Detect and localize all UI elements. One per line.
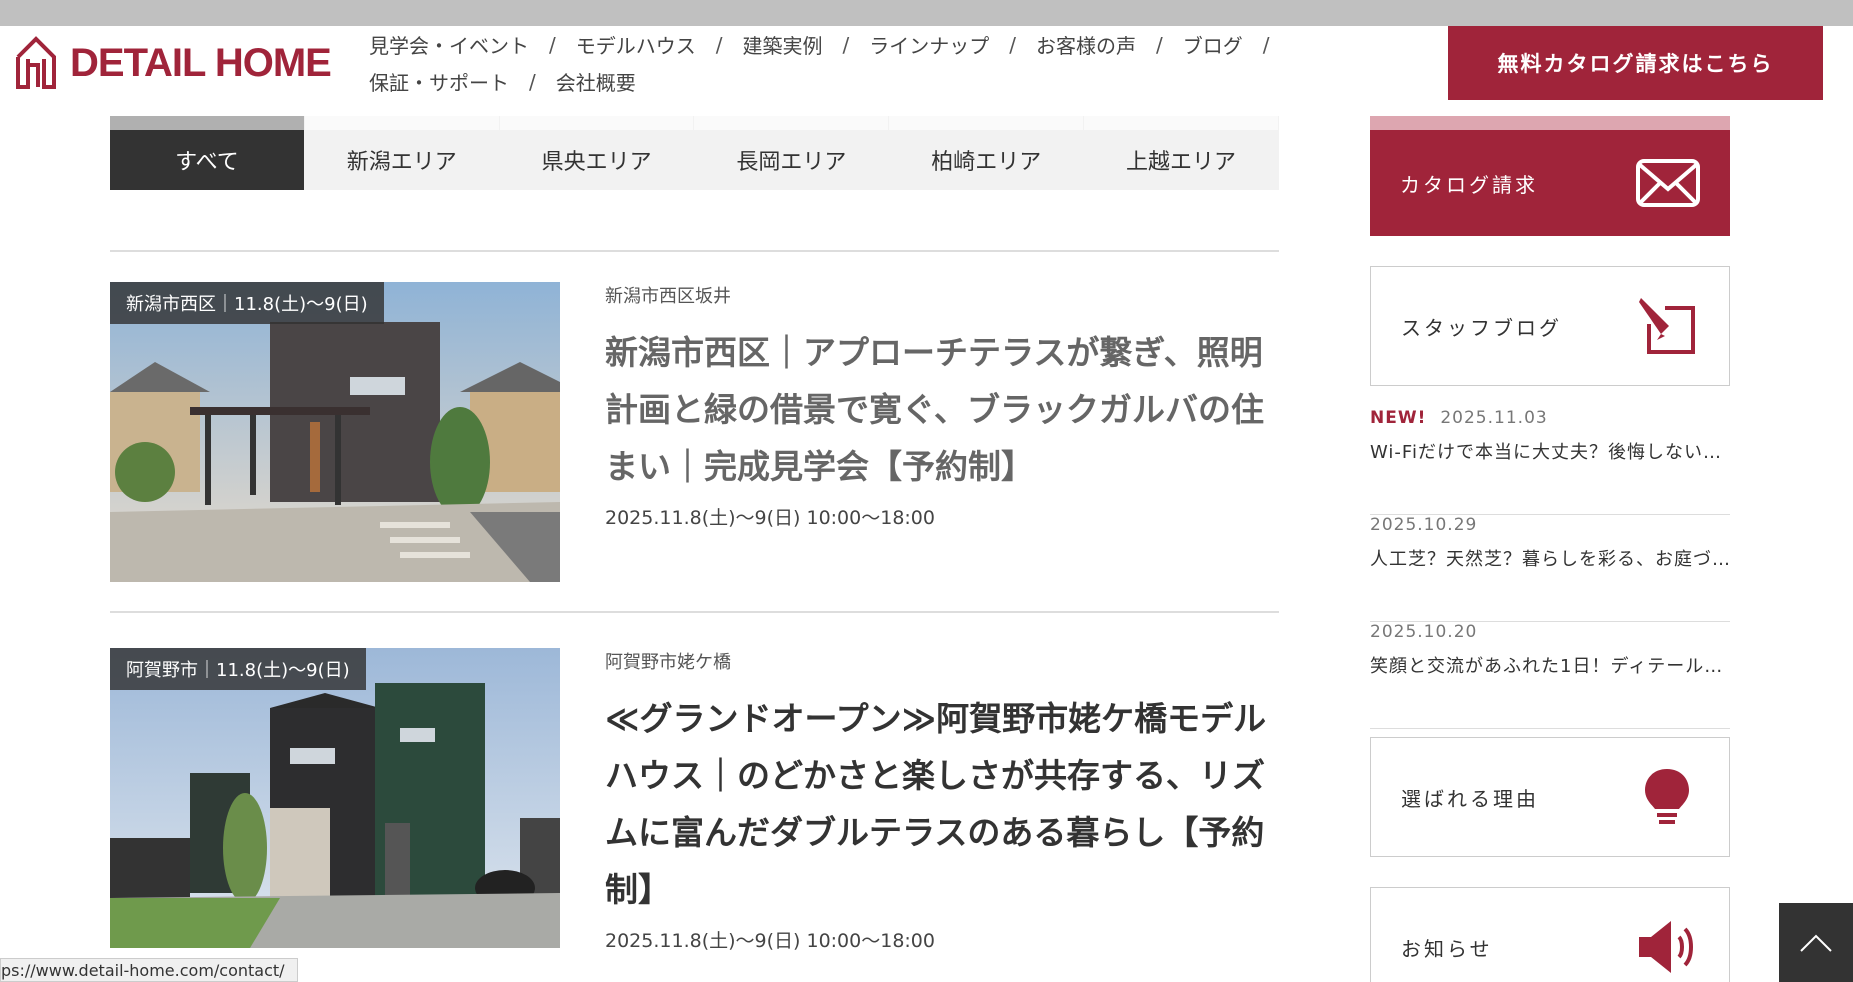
site-logo[interactable]: DETAIL HOME bbox=[14, 34, 332, 92]
blog-post-meta: 2025.10.20 bbox=[1370, 622, 1730, 642]
tab-area-1[interactable]: 新潟エリア bbox=[304, 116, 499, 190]
blog-post-item[interactable]: 2025.10.20 笑顔と交流があふれた1日！ディテールホーム bbox=[1370, 622, 1730, 729]
divider bbox=[110, 611, 1279, 613]
global-nav: 見学会・イベント / モデルハウス / 建築実例 / ラインナップ / お客様の声 / ブログ / 保… bbox=[369, 26, 1289, 100]
catalog-request-label: カタログ請求 bbox=[1400, 172, 1538, 197]
nav-item-row1-3[interactable]: ラインナップ bbox=[869, 30, 989, 59]
logo-text: DETAIL HOME bbox=[70, 40, 332, 85]
nav-item-row1-4[interactable]: お客様の声 bbox=[1036, 30, 1136, 59]
nav-separator: / bbox=[842, 32, 850, 57]
event-title[interactable]: ≪グランドオープン≫阿賀野市姥ケ橋モデルハウス｜のどかさと楽しさが共存する、リズ… bbox=[605, 690, 1285, 918]
nav-item-row2-1[interactable]: 会社概要 bbox=[556, 67, 636, 96]
pen-icon bbox=[1639, 298, 1695, 354]
global-nav-row-1: 見学会・イベント / モデルハウス / 建築実例 / ラインナップ / お客様の声 / ブログ / bbox=[369, 26, 1289, 63]
blog-post-date: 2025.10.29 bbox=[1370, 515, 1478, 535]
event-title[interactable]: 新潟市西区｜アプローチテラスが繋ぎ、照明計画と緑の借景で寛ぐ、ブラックガルバの住… bbox=[605, 324, 1285, 495]
nav-separator: / bbox=[529, 69, 536, 94]
tab-area-2[interactable]: 県央エリア bbox=[499, 116, 694, 190]
new-badge: NEW! bbox=[1370, 408, 1427, 428]
blog-post-title: 笑顔と交流があふれた1日！ディテールホーム bbox=[1370, 656, 1730, 677]
blog-post-title: Wi-Fiだけで本当に大丈夫？後悔しない家づくり bbox=[1370, 442, 1730, 463]
event-photo[interactable]: 新潟市西区｜11.8(土)〜9(日) bbox=[110, 282, 560, 582]
envelope-icon bbox=[1636, 159, 1700, 207]
divider bbox=[110, 250, 1279, 252]
blog-post-date: 2025.10.20 bbox=[1370, 622, 1478, 642]
blog-post-meta: 2025.10.29 bbox=[1370, 515, 1730, 535]
browser-status-url: ps://www.detail-home.com/contact/ bbox=[0, 958, 298, 982]
nav-separator: / bbox=[549, 32, 556, 57]
nav-separator: / bbox=[1262, 32, 1270, 57]
event-badge: 新潟市西区｜11.8(土)〜9(日) bbox=[110, 282, 384, 324]
event-area: 阿賀野市姥ケ橋 bbox=[605, 652, 731, 673]
chevron-up-icon bbox=[1800, 934, 1832, 952]
house-logo-icon bbox=[16, 36, 56, 89]
reasons-label: 選ばれる理由 bbox=[1401, 786, 1539, 811]
event-body: 新潟市西区坂井 新潟市西区｜アプローチテラスが繋ぎ、照明計画と緑の借景で寛ぐ、ブ… bbox=[605, 282, 1285, 530]
event-body: 阿賀野市姥ケ橋 ≪グランドオープン≫阿賀野市姥ケ橋モデルハウス｜のどかさと楽しさ… bbox=[605, 648, 1285, 953]
blog-post-title: 人工芝？天然芝？暮らしを彩る、お庭づくり bbox=[1370, 549, 1730, 570]
blog-post-date: 2025.11.03 bbox=[1440, 408, 1548, 428]
reasons-link[interactable]: 選ばれる理由 bbox=[1370, 737, 1730, 857]
nav-separator: / bbox=[715, 32, 723, 57]
nav-item-row2-0[interactable]: 保証・サポート bbox=[369, 67, 509, 96]
lightbulb-icon bbox=[1645, 769, 1689, 824]
browser-top-bar bbox=[0, 0, 1853, 26]
global-nav-row-2: 保証・サポート / 会社概要 bbox=[369, 63, 1289, 100]
nav-item-row1-0[interactable]: 見学会・イベント bbox=[369, 30, 529, 59]
megaphone-icon bbox=[1639, 921, 1693, 973]
tab-area-3[interactable]: 長岡エリア bbox=[694, 116, 889, 190]
blog-post-item[interactable]: 2025.10.29 人工芝？天然芝？暮らしを彩る、お庭づくり bbox=[1370, 515, 1730, 622]
event-date: 2025.11.8(土)〜9(日) 10:00〜18:00 bbox=[605, 507, 935, 529]
free-catalog-request-button[interactable]: 無料カタログ請求はこちら bbox=[1448, 26, 1823, 100]
catalog-request-link[interactable]: カタログ請求 bbox=[1370, 116, 1730, 236]
event-badge: 阿賀野市｜11.8(土)〜9(日) bbox=[110, 648, 366, 690]
tab-area-4[interactable]: 柏崎エリア bbox=[889, 116, 1084, 190]
nav-separator: / bbox=[1009, 32, 1016, 57]
nav-separator: / bbox=[1156, 32, 1163, 57]
nav-item-row1-5[interactable]: ブログ bbox=[1183, 30, 1243, 59]
nav-item-row1-1[interactable]: モデルハウス bbox=[576, 30, 696, 59]
tab-area-5[interactable]: 上越エリア bbox=[1084, 116, 1278, 190]
nav-item-row1-2[interactable]: 建築実例 bbox=[743, 30, 823, 59]
event-card[interactable]: 新潟市西区｜11.8(土)〜9(日) 新潟市西区坂井 新潟市西区｜アプローチテラ… bbox=[110, 282, 1279, 582]
back-to-top-button[interactable] bbox=[1779, 903, 1853, 982]
area-filter-tabs: すべて 新潟エリア 県央エリア 長岡エリア 柏崎エリア 上越エリア bbox=[110, 116, 1279, 190]
blog-post-item[interactable]: NEW! 2025.11.03 Wi-Fiだけで本当に大丈夫？後悔しない家づくり bbox=[1370, 408, 1730, 515]
event-date: 2025.11.8(土)〜9(日) 10:00〜18:00 bbox=[605, 930, 935, 952]
event-area: 新潟市西区坂井 bbox=[605, 286, 731, 307]
blog-post-meta: NEW! 2025.11.03 bbox=[1370, 408, 1730, 428]
staff-blog-label: スタッフブログ bbox=[1401, 315, 1562, 340]
news-label: お知らせ bbox=[1401, 936, 1493, 961]
staff-blog-link[interactable]: スタッフブログ bbox=[1370, 266, 1730, 386]
tab-area-0[interactable]: すべて bbox=[110, 116, 304, 190]
event-card[interactable]: 阿賀野市｜11.8(土)〜9(日) 阿賀野市姥ケ橋 ≪グランドオープン≫阿賀野市… bbox=[110, 648, 1279, 952]
event-photo[interactable]: 阿賀野市｜11.8(土)〜9(日) bbox=[110, 648, 560, 948]
news-link[interactable]: お知らせ bbox=[1370, 887, 1730, 982]
